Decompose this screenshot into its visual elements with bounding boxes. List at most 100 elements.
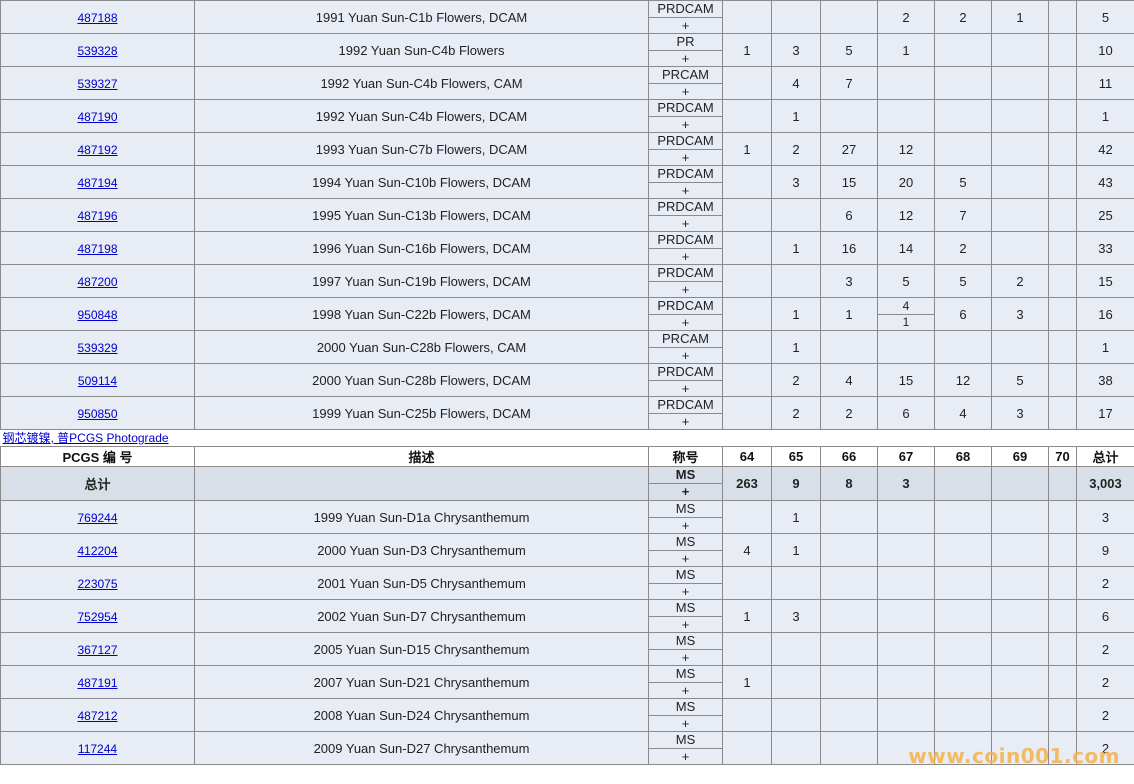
header-grade-67: 67 [877, 446, 935, 467]
grade-64-cell [722, 231, 772, 265]
pcgs-number-link[interactable]: 412204 [77, 544, 117, 558]
grade-70-cell [1048, 698, 1077, 732]
pcgs-number-link[interactable]: 950848 [77, 308, 117, 322]
pcgs-number-link[interactable]: 539328 [77, 44, 117, 58]
grade-68-cell [934, 330, 992, 364]
table-row: 487194 1994 Yuan Sun-C10b Flowers, DCAM PR… [0, 165, 1134, 199]
designation-cell: MS + [648, 698, 723, 732]
table-row: 487198 1996 Yuan Sun-C16b Flowers, DCAM PR… [0, 231, 1134, 265]
description-cell: 1991 Yuan Sun-C1b Flowers, DCAM [194, 0, 649, 34]
grade-66-cell [820, 99, 878, 133]
grade-count: 4 [878, 299, 934, 315]
grade-69-cell [991, 698, 1049, 732]
designation-cell: PRDCAM + [648, 0, 723, 34]
population-table: 487188 1991 Yuan Sun-C1b Flowers, DCAM PRD… [0, 0, 1134, 765]
designation-cell: MS + [648, 566, 723, 600]
grade-64-cell [722, 698, 772, 732]
designation-value: MS [649, 700, 722, 716]
pcgs-number-cell: 539328 [0, 33, 195, 67]
grade-68-cell [934, 66, 992, 100]
grade-67-cell: 1 [877, 33, 935, 67]
grade-70-cell [1048, 566, 1077, 600]
grade-plus-count: 1 [902, 315, 910, 329]
pcgs-number-link[interactable]: 487196 [77, 209, 117, 223]
grade-70-cell [1048, 632, 1077, 666]
pcgs-number-link[interactable]: 487188 [77, 11, 117, 25]
table-row: 487191 2007 Yuan Sun-D21 Chrysanthemum MS +… [0, 665, 1134, 699]
grade-69-cell: 5 [991, 363, 1049, 397]
pcgs-number-link[interactable]: 487212 [77, 709, 117, 723]
grade-68-cell: 5 [934, 264, 992, 298]
grade-67-cell [877, 665, 935, 699]
plus-marker: + [681, 18, 690, 33]
designation-value: PRDCAM [649, 398, 722, 414]
grade-64-cell [722, 632, 772, 666]
pcgs-number-link[interactable]: 487198 [77, 242, 117, 256]
total-cell: 10 [1076, 33, 1134, 67]
description-cell: 1992 Yuan Sun-C4b Flowers, CAM [194, 66, 649, 100]
description-cell: 1995 Yuan Sun-C13b Flowers, DCAM [194, 198, 649, 232]
grade-64-cell [722, 297, 772, 331]
pcgs-number-link[interactable]: 539329 [77, 341, 117, 355]
grade-67-cell: 5 [877, 264, 935, 298]
designation-value: PRDCAM [649, 101, 722, 117]
table-row: 509114 2000 Yuan Sun-C28b Flowers, DCAM PR… [0, 363, 1134, 397]
subheading-link[interactable]: 钢芯镀镍, 普PCGS Photograde [1, 431, 169, 445]
totals-total: 3,003 [1076, 466, 1134, 501]
pcgs-number-link[interactable]: 487190 [77, 110, 117, 124]
table-row: 367127 2005 Yuan Sun-D15 Chrysanthemum MS +… [0, 632, 1134, 666]
pcgs-number-link[interactable]: 769244 [77, 511, 117, 525]
header-grade-66: 66 [820, 446, 878, 467]
designation-stack: PRCAM + [649, 68, 722, 99]
grade-69-cell [991, 198, 1049, 232]
totals-grade-69 [991, 466, 1049, 501]
plus-marker: + [681, 348, 690, 363]
pcgs-number-cell: 117244 [0, 731, 195, 765]
grade-69-cell [991, 99, 1049, 133]
pcgs-number-link[interactable]: 487191 [77, 676, 117, 690]
description-cell: 2000 Yuan Sun-D3 Chrysanthemum [194, 533, 649, 567]
grade-68-cell: 7 [934, 198, 992, 232]
grade-65-cell [771, 632, 821, 666]
table-row: 950848 1998 Yuan Sun-C22b Flowers, DCAM PR… [0, 297, 1134, 331]
description-cell: 2002 Yuan Sun-D7 Chrysanthemum [194, 599, 649, 633]
total-cell: 2 [1076, 632, 1134, 666]
grade-70-cell [1048, 297, 1077, 331]
pcgs-number-cell: 950850 [0, 396, 195, 430]
pcgs-number-link[interactable]: 752954 [77, 610, 117, 624]
grade-65-cell: 1 [771, 533, 821, 567]
plus-marker: + [681, 150, 690, 165]
designation-value: MS [649, 601, 722, 617]
pcgs-number-link[interactable]: 487194 [77, 176, 117, 190]
grade-65-cell [771, 698, 821, 732]
grade-66-cell [820, 533, 878, 567]
grade-69-cell [991, 533, 1049, 567]
pcgs-number-cell: 412204 [0, 533, 195, 567]
pcgs-number-link[interactable]: 539327 [77, 77, 117, 91]
pcgs-number-link[interactable]: 367127 [77, 643, 117, 657]
pcgs-number-link[interactable]: 223075 [77, 577, 117, 591]
designation-cell: PRDCAM + [648, 363, 723, 397]
totals-grade-67: 3 [877, 466, 935, 501]
table-row: 539328 1992 Yuan Sun-C4b Flowers PR +1 3 5 1 10 [0, 33, 1134, 67]
grade-65-cell: 2 [771, 363, 821, 397]
pcgs-number-link[interactable]: 487200 [77, 275, 117, 289]
pcgs-number-link[interactable]: 117244 [78, 742, 117, 756]
plus-marker: + [681, 683, 690, 698]
header-grade-68: 68 [934, 446, 992, 467]
grade-67-cell: 20 [877, 165, 935, 199]
designation-cell: MS + [648, 731, 723, 765]
grade-68-cell: 12 [934, 363, 992, 397]
pcgs-number-cell: 769244 [0, 500, 195, 534]
total-cell: 1 [1076, 99, 1134, 133]
pcgs-number-link[interactable]: 509114 [78, 374, 117, 388]
designation-cell: MS + [648, 599, 723, 633]
designation-cell: PRCAM + [648, 66, 723, 100]
pcgs-number-link[interactable]: 487192 [77, 143, 117, 157]
grade-70-cell [1048, 396, 1077, 430]
designation-cell: MS + [648, 500, 723, 534]
table-row: 223075 2001 Yuan Sun-D5 Chrysanthemum MS +2 [0, 566, 1134, 600]
grade-65-cell: 1 [771, 231, 821, 265]
grade-68-cell [934, 599, 992, 633]
pcgs-number-link[interactable]: 950850 [77, 407, 117, 421]
